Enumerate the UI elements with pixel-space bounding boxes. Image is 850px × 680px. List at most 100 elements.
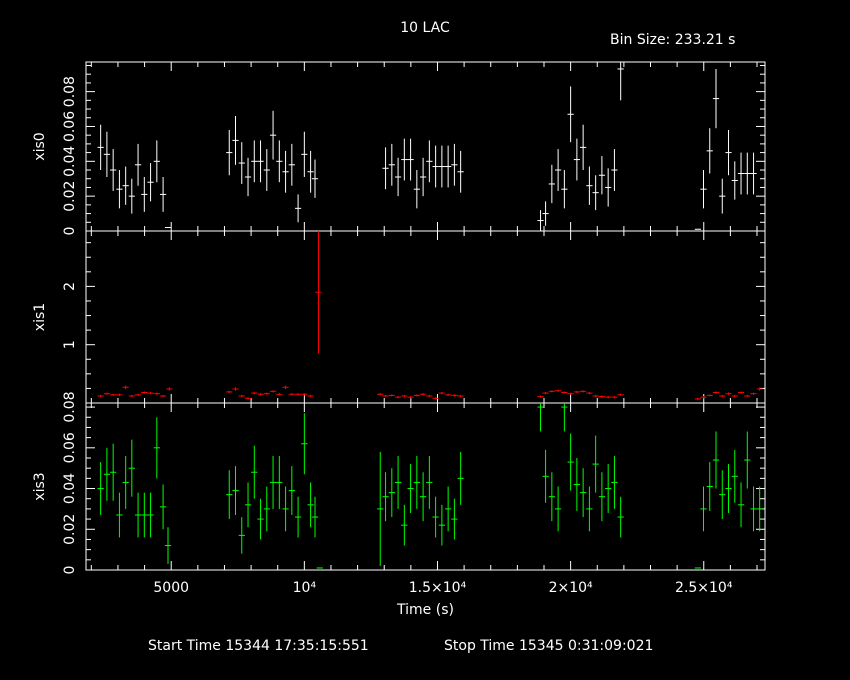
xis3-data-point <box>617 496 624 538</box>
xis1-data-point <box>103 392 111 395</box>
xis3-data-point <box>159 484 167 530</box>
xis1-data-point <box>382 394 389 398</box>
xis3-data-point <box>542 449 549 503</box>
xis3-data-point <box>153 417 160 479</box>
xis1-data-point <box>147 391 154 395</box>
xis0-data-point <box>617 62 624 101</box>
xis0-data-point <box>116 170 123 209</box>
xis3-ytick-label: 0.06 <box>62 432 78 463</box>
xis0-data-point <box>605 168 612 207</box>
xis1-data-point <box>611 396 618 399</box>
xis0-data-point <box>110 149 117 191</box>
xis1-data-point <box>580 390 587 393</box>
xis3-data-point <box>128 439 135 497</box>
xis0-data-point <box>598 156 606 195</box>
xis1-data-point <box>307 394 314 398</box>
xis1-data-point <box>426 394 433 398</box>
xis0-data-point <box>706 128 713 174</box>
xis1-data-point <box>263 392 270 395</box>
xis0-data-point <box>407 138 414 181</box>
xis0-data-point <box>737 152 745 195</box>
xis1-ytick-label: 2 <box>62 282 78 291</box>
x-axis-label: Time (s) <box>396 602 454 618</box>
xis0-data-point <box>586 166 593 205</box>
xis1-frame <box>85 230 766 404</box>
xis0-data-point <box>451 143 458 186</box>
xis1-data-point <box>388 394 395 397</box>
xis0-data-point <box>122 166 129 205</box>
xis0-data-point <box>744 152 751 195</box>
xis3-data-point <box>719 470 726 520</box>
xis0-ylabel: xis0 <box>32 132 48 160</box>
xis1-data-point <box>232 387 239 391</box>
xis0-ytick-label: 0.06 <box>62 111 78 142</box>
xis1-data-point <box>438 391 445 395</box>
xis0-data-point <box>388 143 395 186</box>
xis0-data-point <box>159 176 167 212</box>
xis1-data-point <box>276 393 283 396</box>
xis3-data-point <box>238 517 245 554</box>
xis3-data-point <box>382 472 389 522</box>
xis3-frame <box>85 402 766 571</box>
xis0-data-point <box>269 110 277 160</box>
xis0-data-point <box>294 194 302 223</box>
xis3-data-point <box>244 482 252 528</box>
xis0-data-point <box>548 164 555 204</box>
xis3-data-point <box>457 451 464 505</box>
xis3-data-point <box>134 492 142 538</box>
start-time-label: Start Time 15344 17:35:15:551 <box>148 638 369 654</box>
xis3-ytick-label: 0 <box>62 566 78 575</box>
xis3-data-point <box>712 431 720 489</box>
xis3-data-point <box>605 464 612 513</box>
xis1-data-point <box>251 391 258 395</box>
xis0-data-point <box>413 170 420 209</box>
xis3-data-point <box>116 492 123 538</box>
xis1-data-point <box>445 393 452 397</box>
xis0-ytick-label: 0 <box>62 227 78 236</box>
xis1-data-point <box>457 394 464 398</box>
xis0-data-point <box>445 145 452 188</box>
xis0-data-point <box>244 157 252 197</box>
xis0-data-point <box>700 170 707 209</box>
xis3-data-point <box>445 486 452 532</box>
xtick-label: 1.5×10⁴ <box>409 580 467 596</box>
xis0-data-point <box>750 152 757 195</box>
xis3-data-point <box>611 455 618 509</box>
xis3-data-point <box>573 457 580 511</box>
xtick-label: 2×10⁴ <box>549 580 593 596</box>
xis1-data-point <box>315 231 322 354</box>
xis0-data-point <box>567 86 574 143</box>
xis1-data-point <box>694 397 702 401</box>
xis0-data-point <box>153 140 160 183</box>
xis1-data-point <box>744 394 751 398</box>
xis1-data-point <box>116 393 123 397</box>
xis3-data-point <box>294 496 302 538</box>
xis0-data-point <box>288 143 295 186</box>
xis1-data-point <box>97 394 104 398</box>
xis0-data-point <box>238 142 245 184</box>
xis3-data-point <box>226 470 233 520</box>
xis3-data-point <box>394 455 402 509</box>
xis1-ytick-label: 1 <box>62 340 78 349</box>
xis0-data-point <box>432 145 439 188</box>
xis3-data-point <box>592 435 599 493</box>
xis1-data-point <box>269 390 277 393</box>
xis3-data-point <box>700 486 707 532</box>
xis3-data-point <box>413 455 420 509</box>
xis3-data-point <box>548 472 555 522</box>
xis0-data-point <box>573 138 580 181</box>
xis1-data-point <box>159 394 167 398</box>
xis1-data-point <box>719 394 726 398</box>
xis1-data-point <box>134 393 142 397</box>
xis3-data-point <box>301 413 308 475</box>
xis0-data-point <box>257 140 264 183</box>
xis1-data-point <box>153 392 160 395</box>
xis3-data-point <box>110 443 117 501</box>
xis0-data-point <box>394 157 402 197</box>
xis3-data-point <box>377 451 384 566</box>
stop-time-label: Stop Time 15345 0:31:09:021 <box>444 638 653 654</box>
xis0-data-point <box>382 147 389 190</box>
xis1-data-point <box>110 393 117 397</box>
xis3-data-point <box>288 466 295 516</box>
xis1-data-point <box>401 394 408 398</box>
